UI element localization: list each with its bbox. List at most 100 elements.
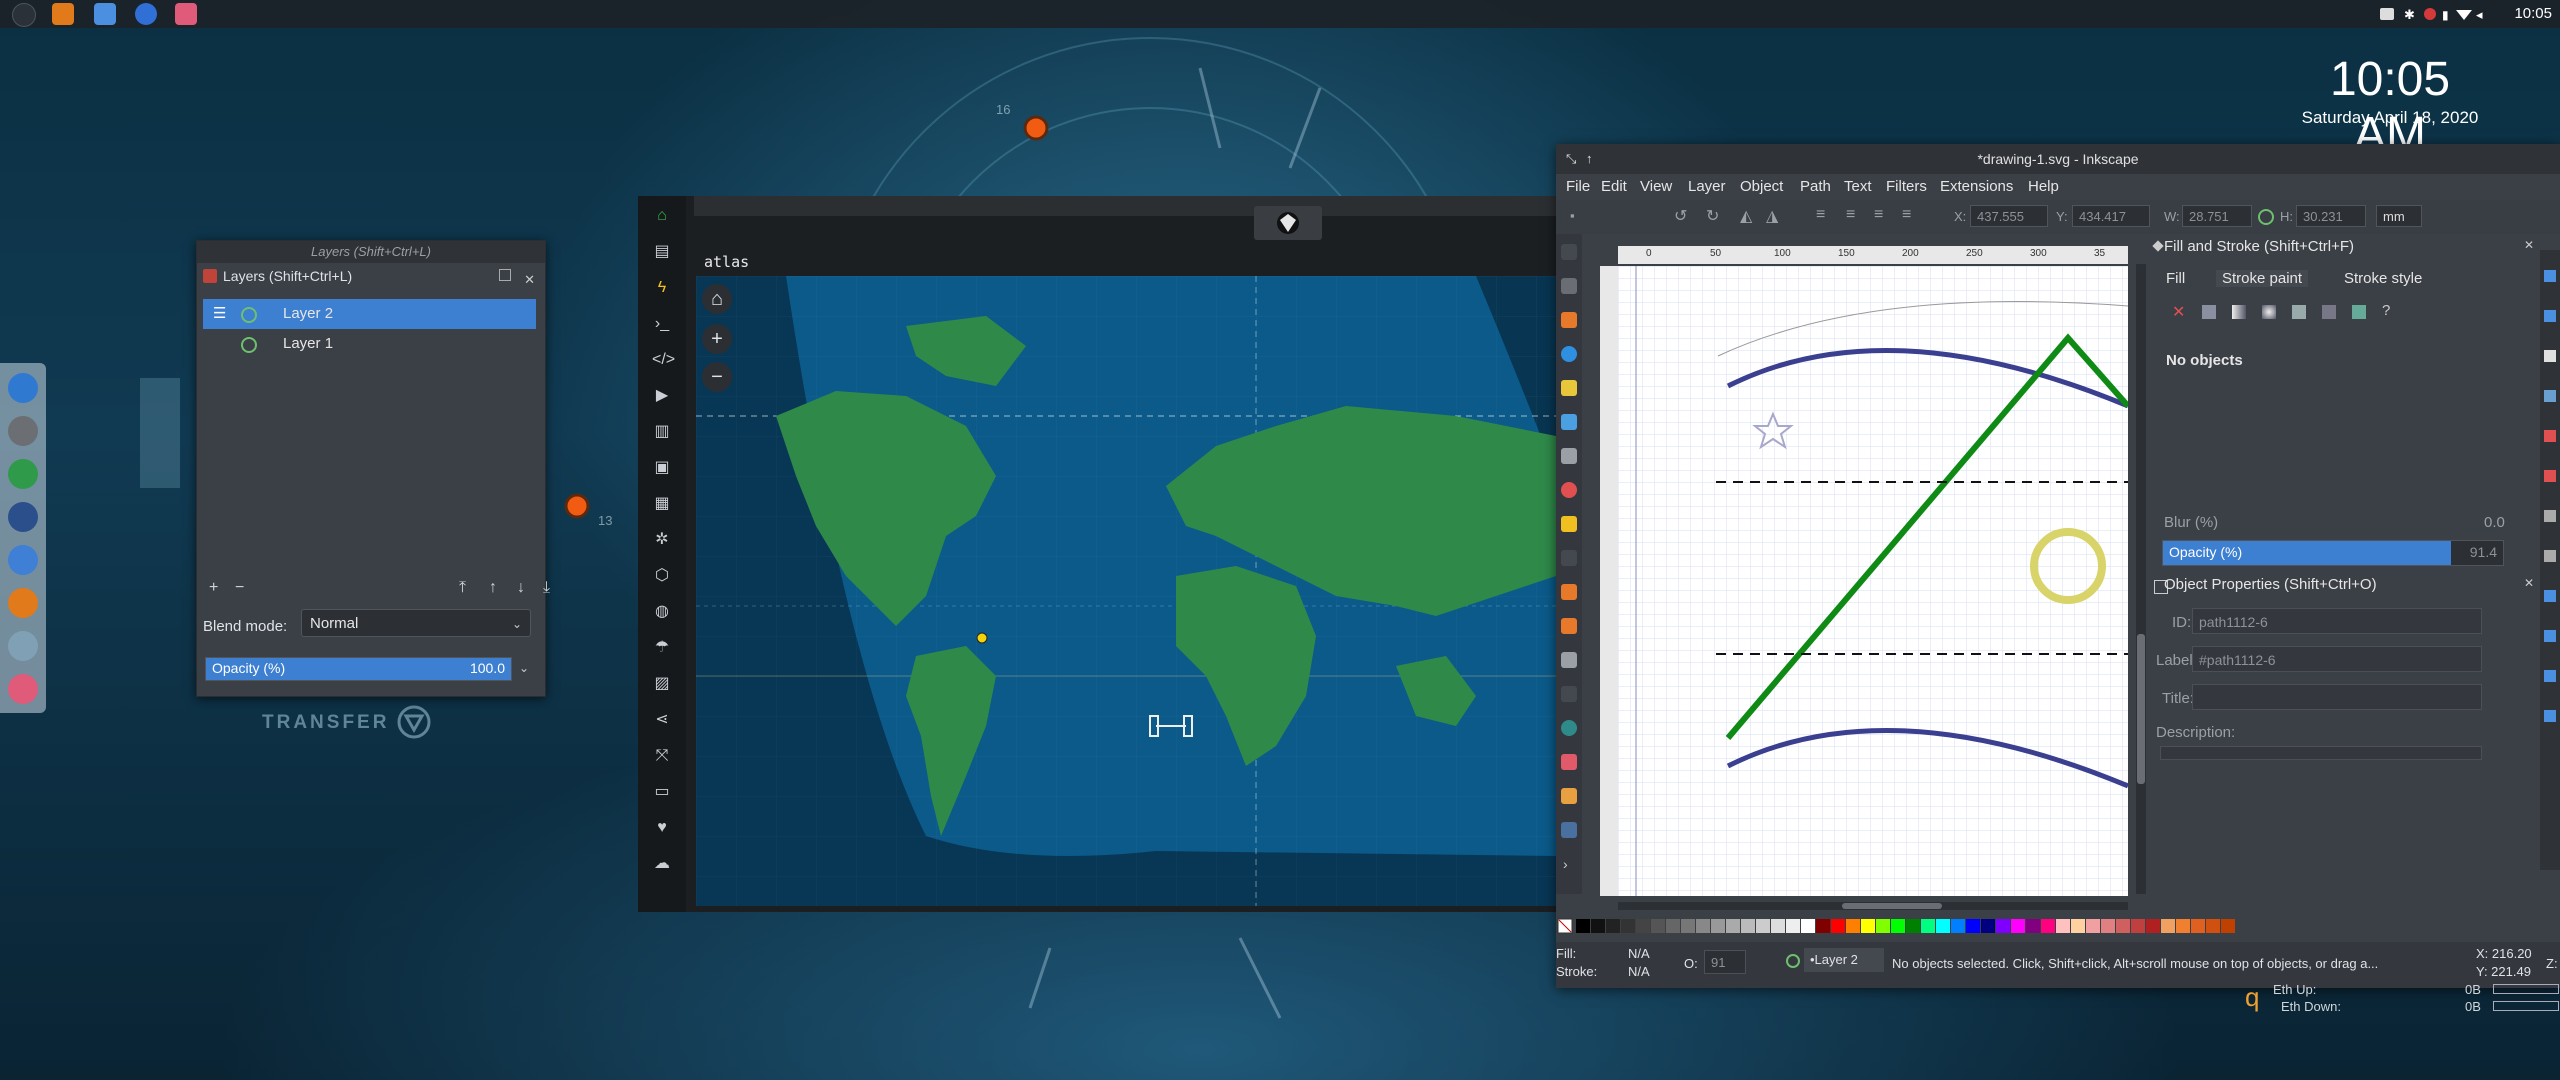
dock-window-icon[interactable] <box>8 502 38 532</box>
copy-icon[interactable] <box>2544 510 2556 522</box>
pencil-tool-icon[interactable] <box>1561 584 1577 600</box>
zoom-tool-icon[interactable] <box>1561 346 1577 362</box>
pen-tool-icon[interactable] <box>1561 618 1577 634</box>
x-input[interactable]: 437.555 <box>1970 205 2048 227</box>
bucket-tool-icon[interactable] <box>1561 788 1577 804</box>
paste-icon[interactable] <box>2544 550 2556 562</box>
flat-color-icon[interactable] <box>2202 305 2216 319</box>
id-field[interactable]: path1112-6 <box>2192 608 2482 634</box>
zoom-drawing-icon[interactable] <box>2544 630 2556 642</box>
layer-row[interactable]: Layer 1 <box>203 329 536 359</box>
node-tool-icon[interactable] <box>1561 278 1577 294</box>
share-icon[interactable]: ⋖ <box>652 710 672 730</box>
rebel-alliance-logo[interactable] <box>1254 206 1322 240</box>
blend-mode-select[interactable]: Normal ⌄ <box>301 609 531 637</box>
layer-opacity-slider[interactable]: Opacity (%) 100.0 <box>205 657 512 681</box>
select-all-icon[interactable]: ▪ <box>1570 208 1575 223</box>
description-field[interactable] <box>2160 746 2482 760</box>
fill-value[interactable]: N/A <box>1628 946 1650 961</box>
horizontal-scrollbar[interactable] <box>1618 902 2128 910</box>
swatch-icon[interactable] <box>2322 305 2336 319</box>
panel-clock[interactable]: 10:05 <box>2514 5 2552 22</box>
lower-icon[interactable]: ≡ <box>1846 206 1855 224</box>
lower-bottom-icon[interactable]: ≡ <box>1816 206 1825 224</box>
play-icon[interactable]: ▶ <box>652 386 672 406</box>
linear-gradient-icon[interactable] <box>2232 305 2246 319</box>
terminal-icon[interactable]: ›_ <box>652 314 672 334</box>
youtube-icon[interactable]: ▭ <box>652 782 672 802</box>
horizontal-scroll-thumb[interactable] <box>1842 903 1942 909</box>
book-icon[interactable]: ▥ <box>652 422 672 442</box>
close-icon[interactable]: ✕ <box>524 267 535 293</box>
opacity-spin-icon[interactable]: ⌄ <box>519 661 529 675</box>
label-field[interactable]: #path1112-6 <box>2192 646 2482 672</box>
expand-icon[interactable]: ⤧ <box>652 746 672 766</box>
star-tool-icon[interactable] <box>1561 516 1577 532</box>
duplicate-icon[interactable] <box>2544 710 2556 722</box>
files-icon[interactable] <box>94 3 116 25</box>
calligraphy-tool-icon[interactable] <box>1561 652 1577 668</box>
w-input[interactable]: 28.751 <box>2182 205 2252 227</box>
inkscape-taskbar-icon[interactable] <box>175 3 197 25</box>
pin-icon[interactable]: ↑ <box>1586 144 1593 174</box>
rotate-ccw-icon[interactable]: ↺ <box>1674 206 1687 226</box>
redo-icon[interactable] <box>2544 470 2556 482</box>
world-map[interactable]: ⌂ + − <box>696 276 1556 906</box>
layer-lock-icon[interactable] <box>1786 954 1800 968</box>
menu-edit[interactable]: Edit <box>1601 178 1627 195</box>
spray-tool-icon[interactable] <box>1561 720 1577 736</box>
map-home-button[interactable]: ⌂ <box>702 284 732 314</box>
raise-to-top-button[interactable]: ⤒ <box>459 579 466 597</box>
unset-paint-icon[interactable]: ? <box>2382 302 2390 319</box>
current-layer-select[interactable]: •Layer 2 <box>1804 948 1884 972</box>
lightning-icon[interactable]: ϟ <box>652 278 672 298</box>
undo-icon[interactable] <box>2544 430 2556 442</box>
layers-window-title[interactable]: Layers (Shift+Ctrl+L) <box>197 241 545 263</box>
home-icon[interactable]: ⌂ <box>652 206 672 226</box>
opacity-spin[interactable]: 91 <box>1704 950 1746 974</box>
title-field[interactable] <box>2192 684 2482 710</box>
dock-inkscape-icon[interactable] <box>8 674 38 704</box>
h-input[interactable]: 30.231 <box>2296 205 2366 227</box>
raise-top-icon[interactable]: ≡ <box>1902 206 1911 224</box>
lower-to-bottom-button[interactable]: ⤓ <box>543 579 550 597</box>
settings-icon[interactable]: ✲ <box>652 530 672 550</box>
menu-object[interactable]: Object <box>1740 178 1783 195</box>
dock-globe-icon[interactable] <box>8 631 38 661</box>
hexagon-icon[interactable]: ⬡ <box>652 566 672 586</box>
news-icon[interactable]: ▦ <box>652 494 672 514</box>
umbrella-icon[interactable]: ☂ <box>652 638 672 658</box>
expand-tools-icon[interactable]: › <box>1563 856 1568 872</box>
menu-file[interactable]: File <box>1566 178 1590 195</box>
gradient-tool-icon[interactable] <box>1561 822 1577 838</box>
y-input[interactable]: 434.417 <box>2072 205 2150 227</box>
dock-sublime-icon[interactable] <box>8 588 38 618</box>
color-palette[interactable] <box>1556 918 2560 934</box>
zoom-page-icon[interactable] <box>2544 670 2556 682</box>
spiral-tool-icon[interactable] <box>1561 550 1577 566</box>
zoom-out-button[interactable]: − <box>702 362 732 392</box>
contact-icon[interactable]: ▨ <box>652 674 672 694</box>
pattern-icon[interactable] <box>2292 305 2306 319</box>
open-icon[interactable] <box>2544 310 2556 322</box>
lock-ratio-icon[interactable] <box>2258 209 2274 225</box>
menu-path[interactable]: Path <box>1800 178 1831 195</box>
flip-vertical-icon[interactable]: ◮ <box>1766 206 1778 226</box>
dock-monitor-icon[interactable] <box>8 459 38 489</box>
stroke-value[interactable]: N/A <box>1628 964 1650 979</box>
tab-stroke-style[interactable]: Stroke style <box>2344 270 2422 287</box>
dock-chrome-icon[interactable] <box>8 545 38 575</box>
chrome-icon[interactable] <box>135 3 157 25</box>
blur-value[interactable]: 0.0 <box>2484 514 2505 531</box>
text-tool-icon[interactable] <box>1561 686 1577 702</box>
app-menu-icon[interactable] <box>12 3 36 27</box>
close-icon[interactable]: ✕ <box>2524 576 2534 590</box>
code-icon[interactable]: </> <box>652 350 675 370</box>
3dbox-tool-icon[interactable] <box>1561 448 1577 464</box>
zoom-in-button[interactable]: + <box>702 324 732 354</box>
globe-icon[interactable]: ◍ <box>652 602 672 622</box>
menu-view[interactable]: View <box>1640 178 1672 195</box>
lock-icon[interactable] <box>241 337 257 353</box>
document-icon[interactable]: ▤ <box>652 242 672 262</box>
vertical-scrollbar[interactable] <box>2136 264 2146 894</box>
